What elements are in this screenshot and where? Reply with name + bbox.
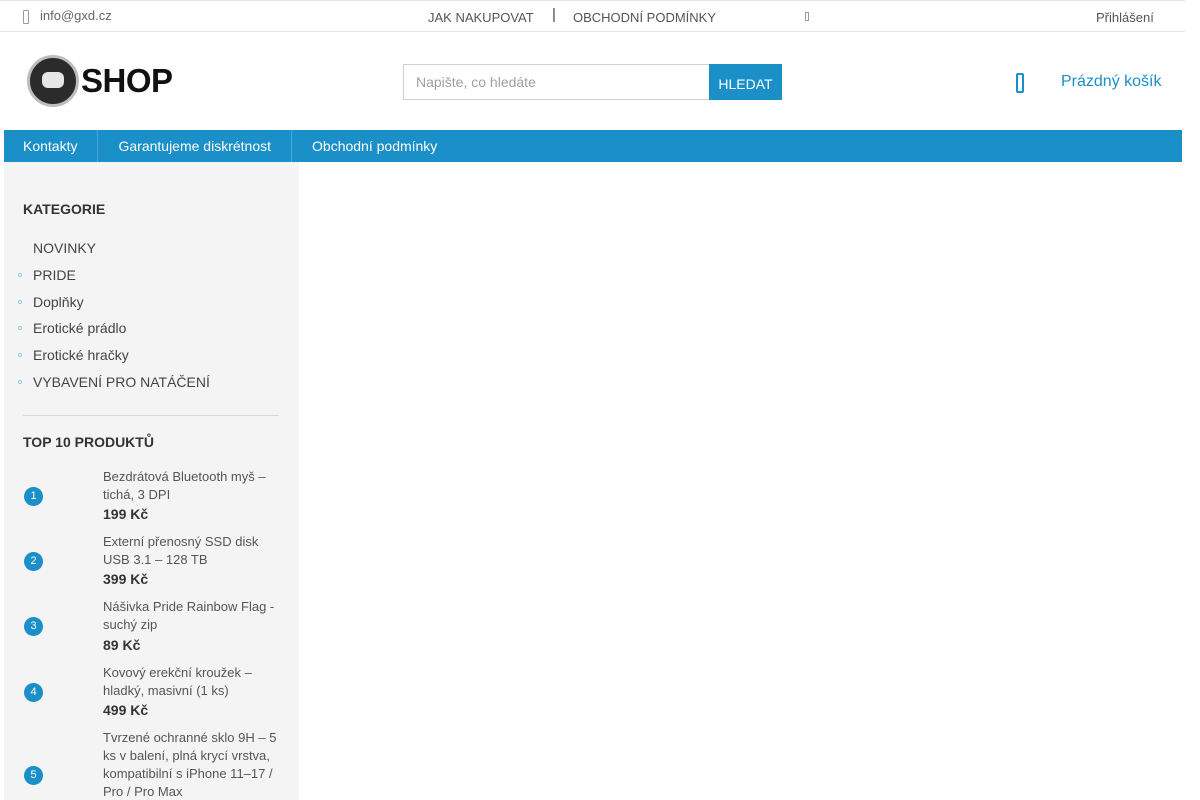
top-link-separator: | [552, 6, 556, 23]
search-input[interactable] [403, 64, 709, 100]
category-label: Erotické hračky [33, 347, 129, 364]
product-price: 89 Kč [103, 637, 141, 653]
nav-item-contacts[interactable]: Kontakty [4, 130, 99, 162]
nav-item-terms[interactable]: Obchodní podmínky [292, 130, 457, 162]
category-item[interactable]: NOVINKY [4, 239, 299, 266]
category-label: VYBAVENÍ PRO NATÁČENÍ [33, 373, 210, 390]
product-price: 499 Kč [103, 702, 149, 718]
categories-title: KATEGORIE [23, 201, 106, 217]
category-item[interactable]: Erotické prádlo [4, 319, 299, 346]
search-button[interactable]: HLEDAT [709, 64, 782, 100]
logo-emblem-icon [27, 55, 79, 107]
product-name[interactable]: Tvrzené ochranné sklo 9H – 5 ks v balení… [103, 729, 281, 800]
bullet-icon [18, 299, 22, 304]
search-form: HLEDAT [403, 64, 782, 100]
cart-link[interactable]: Prázdný košík [1061, 73, 1161, 91]
top-bar: info@gxd.cz JAK NAKUPOVAT | OBCHODNÍ POD… [0, 0, 1185, 32]
category-item[interactable]: VYBAVENÍ PRO NATÁČENÍ [4, 373, 299, 400]
top-products-title: TOP 10 PRODUKTŮ [23, 434, 154, 450]
login-link[interactable]: Přihlášení [1096, 10, 1154, 25]
rank-badge: 2 [24, 552, 43, 571]
category-label: Doplňky [33, 293, 84, 310]
email-contact[interactable]: info@gxd.cz [23, 8, 112, 24]
rank-badge: 3 [24, 617, 43, 636]
category-item[interactable]: Doplňky [4, 293, 299, 320]
how-to-buy-link[interactable]: JAK NAKUPOVAT [428, 10, 534, 25]
category-list: NOVINKY PRIDE Doplňky Erotické prádlo Er… [4, 239, 299, 400]
product-name[interactable]: Kovový erekční kroužek – hladký, masivní… [103, 664, 281, 700]
category-label: NOVINKY [33, 240, 97, 256]
nav-item-discretion[interactable]: Garantujeme diskrétnost [98, 130, 293, 162]
rank-badge: 5 [24, 766, 43, 785]
product-name[interactable]: Bezdrátová Bluetooth myš – tichá, 3 DPI [103, 468, 281, 504]
shop-logo[interactable]: SHOP [27, 55, 177, 107]
email-text: info@gxd.cz [40, 8, 112, 23]
category-label: PRIDE [33, 266, 76, 283]
main-nav: Kontakty Garantujeme diskrétnost Obchodn… [4, 130, 1182, 162]
category-label: Erotické prádlo [33, 320, 127, 337]
category-item[interactable]: Erotické hračky [4, 346, 299, 373]
bullet-icon [18, 379, 22, 384]
bullet-icon [18, 272, 22, 277]
rank-badge: 1 [24, 487, 43, 506]
terms-link[interactable]: OBCHODNÍ PODMÍNKY [573, 10, 716, 25]
rank-badge: 4 [24, 683, 43, 702]
sidebar: KATEGORIE NOVINKY PRIDE Doplňky Erotické… [4, 162, 299, 800]
sidebar-divider [23, 415, 279, 416]
dropdown-icon[interactable] [805, 12, 809, 21]
phone-icon [23, 9, 29, 24]
category-item[interactable]: PRIDE [4, 266, 299, 293]
product-price: 399 Kč [103, 571, 149, 587]
cart-icon[interactable] [1016, 73, 1024, 93]
logo-text: SHOP [81, 62, 173, 99]
product-name[interactable]: Externí přenosný SSD disk USB 3.1 – 128 … [103, 533, 281, 569]
product-price: 199 Kč [103, 506, 149, 522]
bullet-icon [18, 326, 22, 331]
product-name[interactable]: Nášivka Pride Rainbow Flag - suchý zip [103, 598, 281, 634]
bullet-icon [18, 353, 22, 358]
